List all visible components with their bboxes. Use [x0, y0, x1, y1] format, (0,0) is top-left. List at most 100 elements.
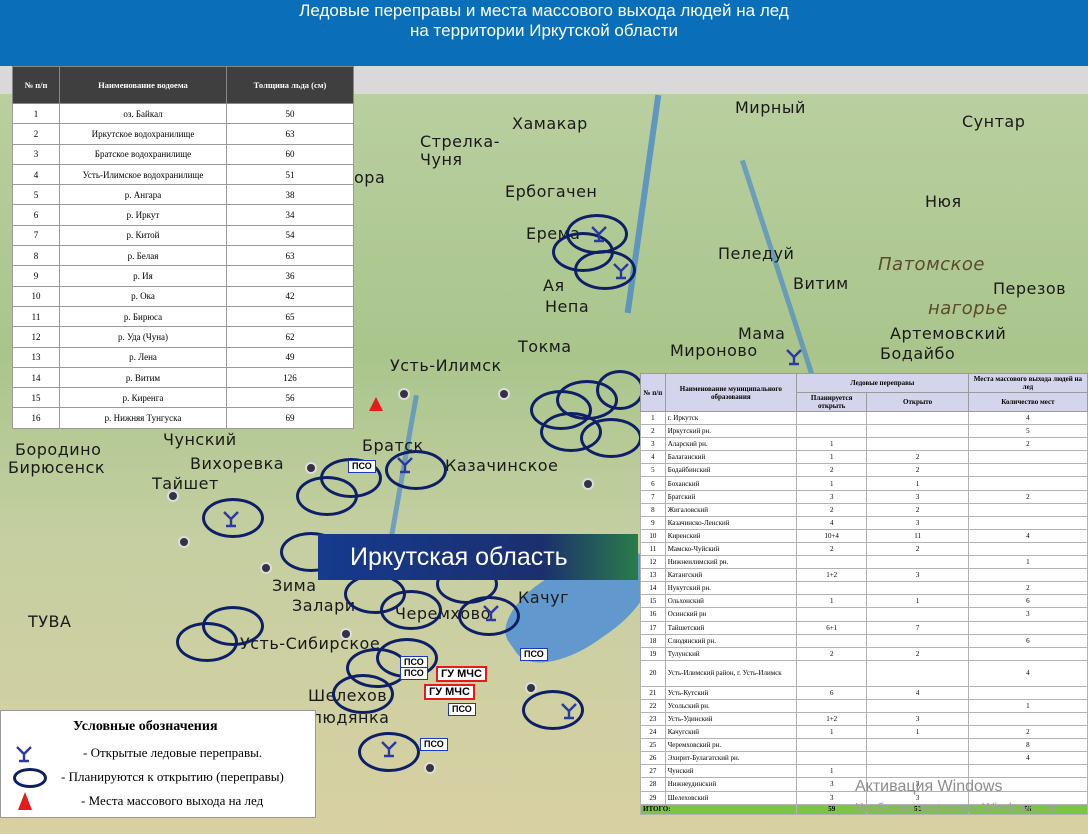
row-num: 4: [12, 163, 60, 186]
ice-thickness: 63: [226, 123, 354, 145]
page-header: Ледовые переправы и места массового выхо…: [0, 0, 1088, 66]
water-body-name: Братское водохранилище: [59, 143, 227, 165]
col-water-header: Наименование водоема: [59, 66, 227, 104]
planned-ferry-marker: [296, 476, 358, 516]
ferries-planned: [795, 698, 868, 713]
municipality-name: Киренский: [664, 528, 797, 543]
map-label: Вихоревка: [190, 454, 285, 473]
ferries-planned: 1: [795, 594, 868, 609]
ferries-open: 3: [866, 515, 969, 530]
ferries-open: [866, 764, 969, 779]
ferries-open: 3: [866, 489, 969, 504]
ferries-open: [866, 698, 969, 713]
ferries-open: 1: [866, 476, 969, 491]
rescue-station-badge: [178, 536, 190, 548]
map-label: Качуг: [518, 588, 569, 607]
rescue-station-badge: [260, 562, 272, 574]
map-label: Ербогачен: [505, 182, 598, 201]
mass-exit-icon: [18, 792, 32, 810]
row-num: 14: [12, 366, 60, 389]
row-num: 3: [640, 437, 666, 452]
places-count: [967, 463, 1088, 478]
header-line2: на территории Иркутской области: [409, 21, 679, 40]
ferries-open: [866, 738, 969, 753]
table-row: 16 р. Нижняя Тунгуска 69: [12, 407, 354, 429]
pso-flag: ПСО: [520, 648, 548, 661]
table-row: 11 Мамско-Чуйский 2 2: [640, 541, 1088, 557]
ice-thickness: 51: [226, 163, 354, 186]
table-row: 6 р. Иркут 34: [12, 204, 354, 226]
table-row: 26 Эхирит-Булагатский рн. 4: [640, 751, 1088, 766]
places-count: 6: [967, 633, 1088, 648]
ferries-open: 4: [866, 685, 969, 700]
row-num: 7: [640, 489, 666, 504]
places-count: 2: [967, 437, 1088, 452]
ferries-planned: 6+1: [795, 620, 868, 635]
ferries-planned: [795, 633, 868, 648]
places-count: [967, 476, 1088, 491]
municipality-name: Нижнеудинский: [664, 777, 797, 792]
rescue-station-badge: [167, 490, 179, 502]
ferries-planned: [795, 607, 868, 622]
ice-thickness: 49: [226, 346, 354, 368]
ferries-planned: 2: [795, 541, 868, 557]
table-row: 14 р. Витим 126: [12, 366, 354, 389]
table-row: 2 Иркутский рн. 5: [640, 424, 1088, 439]
table-row: 24 Качугский 1 1 2: [640, 725, 1088, 740]
water-body-name: р. Иркут: [59, 204, 227, 226]
municipality-name: г. Иркутск: [664, 410, 797, 426]
row-num: 22: [640, 698, 666, 713]
ferries-planned: 4: [795, 515, 868, 530]
row-num: 1: [12, 102, 60, 125]
water-body-name: р. Бирюса: [59, 305, 227, 328]
places-count: 8: [967, 738, 1088, 753]
map-label: Мирный: [735, 98, 806, 117]
col-municipality-header: Наименование муниципального образования: [664, 373, 797, 412]
places-count: [967, 646, 1088, 661]
row-num: 6: [640, 476, 666, 491]
col-open-header: Открыто: [866, 392, 969, 412]
ferries-planned: 2: [795, 502, 868, 517]
row-num: 9: [640, 515, 666, 530]
table-row: 13 Катангский 1+2 3: [640, 568, 1088, 583]
legend-title: Условные обозначения: [73, 719, 218, 734]
ferries-open: 3: [866, 568, 969, 583]
rescue-station-badge: [424, 762, 436, 774]
ferries-planned: 10+4: [795, 528, 868, 543]
map-label: Стрелка-: [420, 132, 500, 151]
water-body-name: р. Киренга: [59, 387, 227, 409]
table-row: 23 Усть-Удинский 1+2 3: [640, 711, 1088, 727]
map-label: нагорье: [928, 298, 1008, 319]
col-ferries-header: Ледовые переправы: [795, 373, 969, 393]
ferries-open: 7: [866, 620, 969, 635]
ferries-open: 1: [866, 725, 969, 740]
ferries-planned: 1+2: [795, 711, 868, 727]
municipality-name: Братский: [664, 489, 797, 504]
table-row: 22 Усольский рн. 1: [640, 698, 1088, 713]
ferries-planned: [795, 659, 868, 687]
row-num: 15: [12, 387, 60, 409]
legend-item-planned: - Планируются к открытию (переправы): [61, 769, 284, 784]
row-num: 6: [12, 204, 60, 226]
row-num: 11: [12, 305, 60, 328]
row-num: 16: [640, 607, 666, 622]
map-label: Хамакар: [512, 114, 588, 133]
windows-activation-hint: Чтобы активировать Windows, пе: [855, 800, 1057, 815]
row-num: 11: [640, 541, 666, 557]
open-ferry-icon: [483, 605, 499, 622]
ice-thickness: 65: [226, 305, 354, 328]
rescue-station-badge: [498, 388, 510, 400]
header-line1: Ледовые переправы и места массового выхо…: [299, 1, 789, 20]
table-row: 18 Слюдянский рн. 6: [640, 633, 1088, 648]
municipality-name: Усть-Удинский: [664, 711, 797, 727]
ferries-open: [866, 581, 969, 596]
ice-thickness: 50: [226, 102, 354, 125]
ferries-planned: 1+2: [795, 568, 868, 583]
municipality-name: Казачинско-Ленский: [664, 515, 797, 530]
municipality-name: Жигаловский: [664, 502, 797, 517]
places-count: [967, 502, 1088, 517]
row-num: 29: [640, 790, 666, 805]
ferries-open: [866, 437, 969, 452]
table-row: 9 р. Ия 36: [12, 265, 354, 287]
rescue-station-badge: [340, 628, 352, 640]
